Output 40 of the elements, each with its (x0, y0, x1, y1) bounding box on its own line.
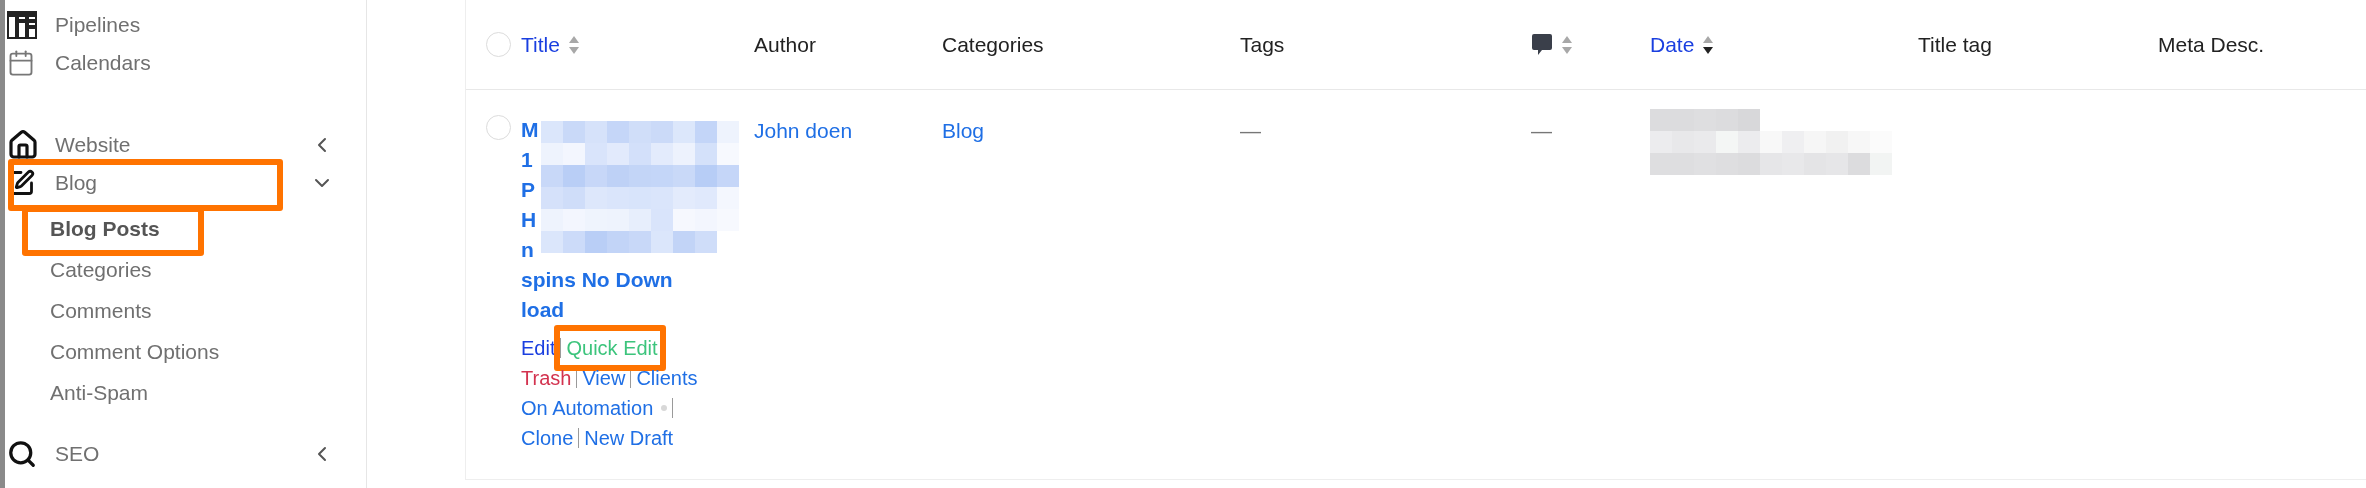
submenu-item[interactable]: Categories (50, 253, 152, 286)
column-header: Categories (942, 31, 1044, 58)
submenu-item[interactable]: Comment Options (50, 335, 220, 368)
search-icon (7, 439, 37, 469)
post-title-line[interactable]: H (521, 205, 537, 235)
column-header: Author (754, 31, 816, 58)
post-title-line[interactable]: n (521, 235, 534, 265)
submenu-item[interactable]: Blog Posts (50, 212, 160, 245)
post-title-line[interactable]: load (521, 295, 565, 325)
row-action-link[interactable]: Trash (521, 367, 572, 389)
row-action-link[interactable]: Clone (521, 427, 574, 449)
sidebar-item[interactable]: Website (5, 126, 366, 164)
calendar-icon (7, 49, 35, 77)
house-icon (7, 129, 39, 161)
submenu-item[interactable]: Anti-Spam (50, 376, 149, 409)
post-title-line[interactable]: M (521, 115, 539, 145)
post-title-line[interactable]: 1 (521, 145, 533, 175)
column-header: Title tag (1918, 31, 1992, 58)
column-header: Tags (1240, 31, 1285, 58)
tags-cell: — (1240, 119, 1261, 142)
sidebar-item[interactable]: SEO (5, 435, 366, 473)
row-action-link[interactable]: On Automation (521, 397, 654, 419)
row-action-link[interactable]: View (582, 367, 626, 389)
row-action-link[interactable]: Clients (636, 367, 698, 389)
column-header: Meta Desc. (2158, 31, 2265, 58)
row-action-link[interactable]: Edit (521, 337, 556, 359)
sidebar-item[interactable]: Pipelines (5, 6, 366, 44)
category-link[interactable]: Blog (942, 119, 985, 142)
row-action-link[interactable]: New Draft (584, 427, 674, 449)
author-link[interactable]: John doen (754, 119, 853, 142)
sidebar-item[interactable]: Blog (5, 164, 366, 202)
post-title-line[interactable]: P (521, 175, 535, 205)
column-header[interactable]: Date (1650, 28, 1695, 61)
sort-icon[interactable] (1702, 34, 1715, 55)
comments-cell: — (1531, 119, 1552, 142)
sidebar-item[interactable]: Calendars (5, 44, 366, 82)
columns-icon (7, 11, 37, 39)
submenu-item[interactable]: Comments (50, 294, 152, 327)
post-title-line[interactable]: spins No Down (521, 265, 673, 295)
column-header[interactable]: Title (521, 28, 560, 61)
